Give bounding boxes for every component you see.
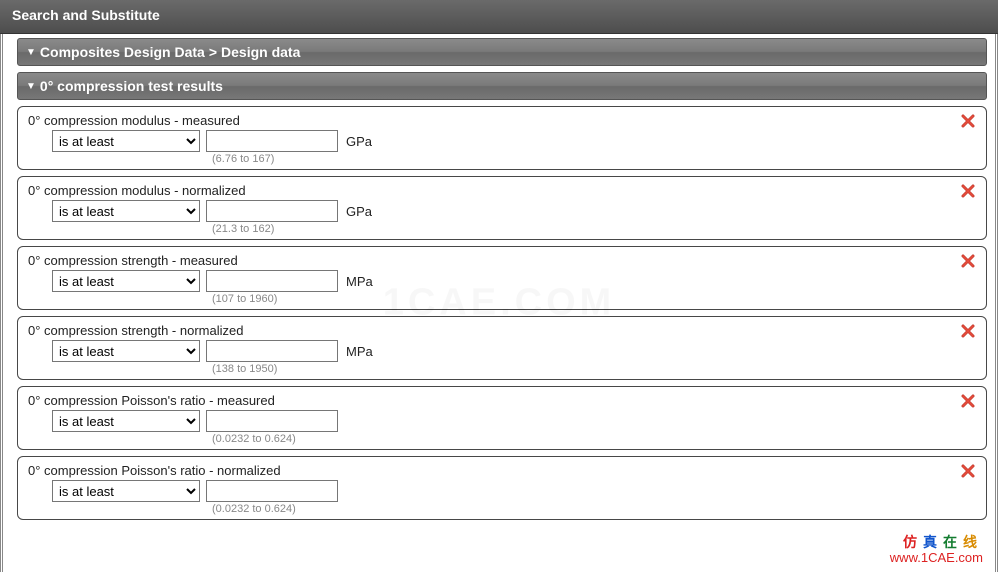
- breadcrumb-separator: >: [209, 44, 217, 60]
- param-box: 0° compression modulus - normalized is at…: [17, 176, 987, 240]
- param-box: 0° compression Poisson's ratio - normali…: [17, 456, 987, 520]
- param-row: is at leastis at mostequalsis between: [28, 480, 976, 502]
- section-header[interactable]: ▼ 0° compression test results: [17, 72, 987, 100]
- watermark-cn: 仿真在线: [890, 534, 983, 551]
- breadcrumb-root: Composites Design Data: [40, 44, 205, 60]
- section-title: 0° compression test results: [40, 78, 223, 94]
- param-label: 0° compression Poisson's ratio - normali…: [28, 463, 976, 478]
- unit-label: GPa: [346, 134, 372, 149]
- operator-select[interactable]: is at leastis at mostequalsis between: [52, 410, 200, 432]
- param-label: 0° compression strength - normalized: [28, 323, 976, 338]
- param-row: is at leastis at mostequalsis between MPa: [28, 270, 976, 292]
- range-hint: (0.0232 to 0.624): [212, 433, 976, 445]
- watermark-url: www.1CAE.com: [890, 550, 983, 566]
- delete-icon[interactable]: [960, 323, 978, 341]
- value-input[interactable]: [206, 410, 338, 432]
- range-hint: (21.3 to 162): [212, 223, 976, 235]
- window-titlebar: Search and Substitute: [0, 0, 998, 34]
- value-input[interactable]: [206, 130, 338, 152]
- range-hint: (0.0232 to 0.624): [212, 503, 976, 515]
- content-area: ▼ Composites Design Data > Design data ▼…: [0, 34, 998, 572]
- param-box: 0° compression strength - measured is at …: [17, 246, 987, 310]
- param-row: is at leastis at mostequalsis between GPa: [28, 200, 976, 222]
- delete-icon[interactable]: [960, 113, 978, 131]
- operator-select[interactable]: is at leastis at mostequalsis between: [52, 130, 200, 152]
- value-input[interactable]: [206, 200, 338, 222]
- range-hint: (6.76 to 167): [212, 153, 976, 165]
- operator-select[interactable]: is at leastis at mostequalsis between: [52, 340, 200, 362]
- param-row: is at leastis at mostequalsis between MPa: [28, 340, 976, 362]
- collapse-triangle-icon: ▼: [26, 81, 36, 92]
- operator-select[interactable]: is at leastis at mostequalsis between: [52, 200, 200, 222]
- operator-select[interactable]: is at leastis at mostequalsis between: [52, 270, 200, 292]
- param-box: 0° compression strength - normalized is a…: [17, 316, 987, 380]
- delete-icon[interactable]: [960, 183, 978, 201]
- operator-select[interactable]: is at leastis at mostequalsis between: [52, 480, 200, 502]
- delete-icon[interactable]: [960, 253, 978, 271]
- value-input[interactable]: [206, 340, 338, 362]
- param-label: 0° compression modulus - measured: [28, 113, 976, 128]
- value-input[interactable]: [206, 270, 338, 292]
- param-box: 0° compression Poisson's ratio - measure…: [17, 386, 987, 450]
- param-box: 0° compression modulus - measured is at l…: [17, 106, 987, 170]
- collapse-triangle-icon: ▼: [26, 47, 36, 58]
- param-row: is at leastis at mostequalsis between: [28, 410, 976, 432]
- delete-icon[interactable]: [960, 463, 978, 481]
- param-label: 0° compression modulus - normalized: [28, 183, 976, 198]
- value-input[interactable]: [206, 480, 338, 502]
- unit-label: MPa: [346, 274, 373, 289]
- param-label: 0° compression Poisson's ratio - measure…: [28, 393, 976, 408]
- range-hint: (107 to 1960): [212, 293, 976, 305]
- watermark-corner: 仿真在线 www.1CAE.com: [890, 534, 983, 566]
- breadcrumb-header[interactable]: ▼ Composites Design Data > Design data: [17, 38, 987, 66]
- unit-label: MPa: [346, 344, 373, 359]
- delete-icon[interactable]: [960, 393, 978, 411]
- param-row: is at leastis at mostequalsis between GPa: [28, 130, 976, 152]
- range-hint: (138 to 1950): [212, 363, 976, 375]
- unit-label: GPa: [346, 204, 372, 219]
- breadcrumb-leaf: Design data: [221, 44, 300, 60]
- param-label: 0° compression strength - measured: [28, 253, 976, 268]
- window-title: Search and Substitute: [12, 7, 160, 23]
